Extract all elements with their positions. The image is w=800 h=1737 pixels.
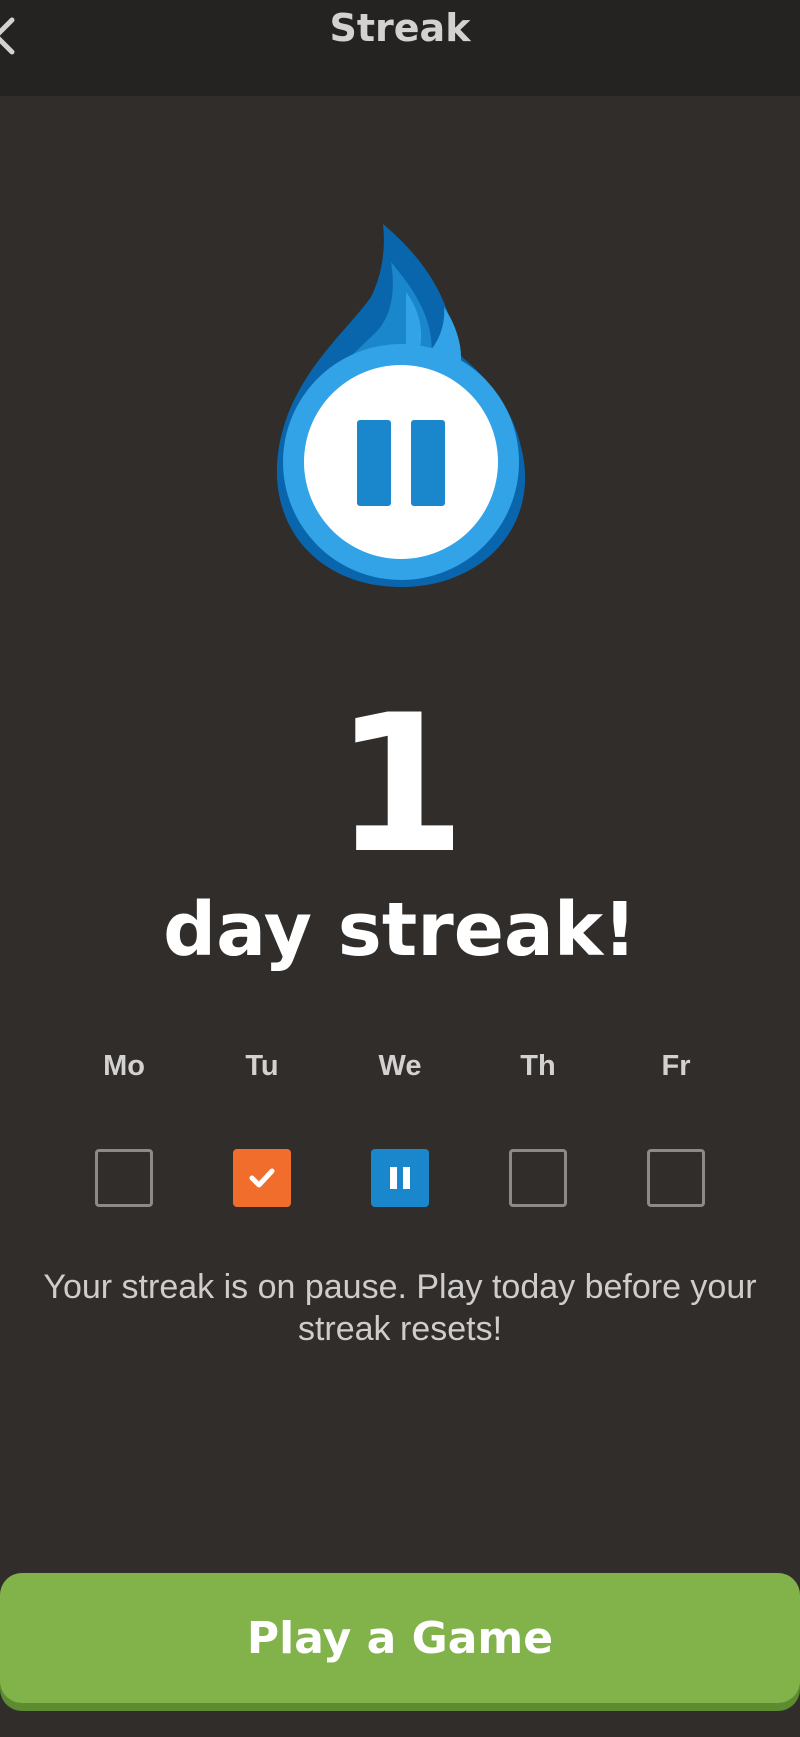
day-label: Th bbox=[520, 1050, 556, 1082]
week-calendar: Mo Tu We Th Fr bbox=[55, 1046, 745, 1207]
streak-count: 1 bbox=[333, 674, 467, 895]
day-friday: Fr bbox=[607, 1046, 745, 1207]
streak-label: day streak! bbox=[163, 887, 637, 973]
day-thursday: Th bbox=[469, 1046, 607, 1207]
pause-bar-right bbox=[411, 420, 445, 506]
day-tuesday: Tu bbox=[193, 1046, 331, 1207]
day-status-frozen bbox=[371, 1149, 429, 1207]
day-status-empty bbox=[95, 1149, 153, 1207]
pause-icon bbox=[390, 1167, 410, 1189]
play-a-game-button[interactable]: Play a Game bbox=[0, 1573, 800, 1703]
checkmark-icon bbox=[249, 1168, 275, 1188]
day-label: Tu bbox=[245, 1050, 279, 1082]
pause-bar-left bbox=[357, 420, 391, 506]
streak-pause-message: Your streak is on pause. Play today befo… bbox=[0, 1266, 800, 1350]
top-bar: Streak bbox=[0, 0, 800, 96]
day-status-done bbox=[233, 1149, 291, 1207]
day-wednesday: We bbox=[331, 1046, 469, 1207]
day-status-empty bbox=[647, 1149, 705, 1207]
pause-disk bbox=[304, 365, 498, 559]
day-label: We bbox=[378, 1050, 422, 1082]
day-label: Mo bbox=[103, 1050, 145, 1082]
message-line-1: Your streak is on pause. Play today befo… bbox=[43, 1268, 757, 1306]
day-status-empty bbox=[509, 1149, 567, 1207]
play-a-game-label: Play a Game bbox=[246, 1612, 554, 1664]
message-line-2: streak resets! bbox=[297, 1310, 503, 1348]
page-title: Streak bbox=[329, 6, 471, 50]
frozen-flame-pause-icon bbox=[276, 224, 526, 587]
day-label: Fr bbox=[661, 1050, 691, 1082]
day-monday: Mo bbox=[55, 1046, 193, 1207]
